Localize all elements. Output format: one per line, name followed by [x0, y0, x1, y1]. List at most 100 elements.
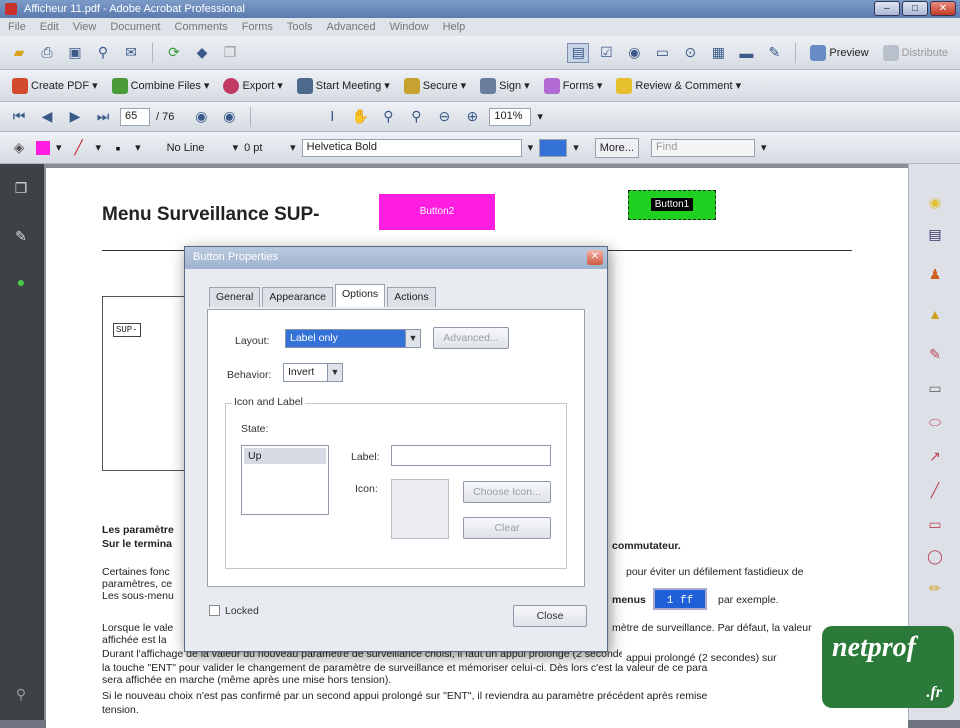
signature-tool-icon[interactable]: ✎ — [763, 43, 785, 63]
save-icon[interactable]: ▣ — [64, 43, 86, 63]
eraser-icon[interactable]: ✎ — [924, 344, 946, 364]
zoom-input[interactable]: 101% — [489, 107, 532, 126]
attach-icon[interactable]: ⚲ — [92, 43, 114, 63]
more-button[interactable]: More... — [594, 137, 639, 158]
font-size-input[interactable] — [539, 138, 568, 157]
line-icon[interactable]: ╱ — [924, 480, 946, 500]
choose-icon-button[interactable]: Choose Icon... — [463, 481, 551, 503]
last-page-icon[interactable]: ⏭ — [92, 107, 114, 127]
state-listbox[interactable]: Up — [241, 445, 329, 515]
text-color-icon[interactable]: ▪ — [107, 138, 129, 158]
maximize-button[interactable]: □ — [902, 1, 928, 16]
attachment-clip-icon[interactable]: ⚲ — [10, 684, 32, 704]
sticky-note-icon[interactable]: ◉ — [924, 192, 946, 212]
previous-page-icon[interactable]: ◀ — [36, 107, 58, 127]
link-icon[interactable]: ◆ — [191, 43, 213, 63]
minimize-button[interactable]: – — [874, 1, 900, 16]
fill-color-icon[interactable]: ◈ — [8, 138, 30, 158]
email-icon[interactable]: ✉ — [120, 43, 142, 63]
dropdown-icon[interactable]: ▾ — [233, 141, 239, 154]
line-style-select[interactable]: No Line — [167, 142, 227, 154]
select-object-icon[interactable]: ▤ — [567, 42, 590, 63]
menu-view[interactable]: View — [73, 21, 97, 33]
distribute-button[interactable]: Distribute — [879, 41, 952, 65]
start-meeting-button[interactable]: Start Meeting ▾ — [293, 74, 394, 98]
line-color-icon[interactable]: ╱ — [68, 138, 90, 158]
print-icon[interactable]: ⎙ — [36, 43, 58, 63]
checkbox-tool-icon[interactable]: ☑ — [595, 43, 617, 63]
tab-options[interactable]: Options — [335, 284, 386, 307]
fill-color-swatch[interactable] — [36, 140, 50, 155]
open-folder-icon[interactable]: ▰ — [8, 43, 30, 63]
font-select[interactable]: Helvetica Bold — [301, 138, 522, 157]
chevron-down-icon[interactable]: ▼ — [327, 364, 342, 381]
signatures-panel-icon[interactable]: ● — [10, 272, 32, 292]
first-page-icon[interactable]: ⏮ — [8, 107, 30, 127]
combine-files-button[interactable]: Combine Files ▾ — [108, 74, 214, 98]
create-pdf-button[interactable]: Create PDF ▾ — [8, 74, 102, 98]
button1-field[interactable]: Button1 — [628, 190, 716, 220]
text-field-tool-icon[interactable]: ▬ — [735, 43, 757, 63]
page-number-input[interactable]: 65 — [120, 107, 150, 126]
refresh-icon[interactable]: ⟳ — [163, 43, 185, 63]
clear-button[interactable]: Clear — [463, 517, 551, 539]
hand-icon[interactable]: ✋ — [349, 107, 371, 127]
stamp-icon[interactable]: ♟ — [924, 264, 946, 284]
menu-advanced[interactable]: Advanced — [327, 21, 376, 33]
pencil-icon[interactable]: ✏ — [924, 578, 946, 598]
next-view-icon[interactable]: ◉ — [218, 107, 240, 127]
menu-window[interactable]: Window — [389, 21, 428, 33]
combo-tool-icon[interactable]: ▭ — [651, 43, 673, 63]
label-input[interactable] — [391, 445, 551, 466]
review-comment-button[interactable]: Review & Comment ▾ — [612, 74, 745, 98]
find-input[interactable]: Find — [650, 138, 755, 157]
text-edit-icon[interactable]: ▤ — [924, 224, 946, 244]
secure-button[interactable]: Secure ▾ — [400, 74, 470, 98]
menu-help[interactable]: Help — [443, 21, 466, 33]
menu-edit[interactable]: Edit — [40, 21, 59, 33]
oval-icon[interactable]: ◯ — [924, 546, 946, 566]
advanced-button[interactable]: Advanced... — [433, 327, 509, 349]
locked-checkbox[interactable] — [209, 605, 220, 616]
tab-actions[interactable]: Actions — [387, 287, 436, 307]
button2-field[interactable]: Button2 — [379, 194, 495, 230]
zoom-dropdown-icon[interactable]: ▾ — [537, 110, 543, 123]
previous-view-icon[interactable]: ◉ — [190, 107, 212, 127]
font-size-dropdown-icon[interactable]: ▾ — [573, 141, 579, 154]
state-item-up[interactable]: Up — [244, 448, 326, 464]
chevron-down-icon[interactable]: ▼ — [405, 330, 420, 347]
dialog-close-icon[interactable]: ✕ — [587, 250, 603, 265]
menu-file[interactable]: File — [8, 21, 26, 33]
menu-tools[interactable]: Tools — [287, 21, 313, 33]
close-button[interactable]: Close — [513, 605, 587, 627]
tab-general[interactable]: General — [209, 287, 261, 307]
zoom-plus-icon[interactable]: ⊕ — [461, 107, 483, 127]
font-dropdown-icon[interactable]: ▾ — [528, 141, 534, 154]
menu-document[interactable]: Document — [110, 21, 160, 33]
radio-tool-icon[interactable]: ◉ — [623, 43, 645, 63]
attachments-panel-icon[interactable]: ✎ — [10, 226, 32, 246]
dropdown-icon[interactable]: ▾ — [290, 141, 296, 154]
zoom-in-icon[interactable]: ⚲ — [377, 107, 399, 127]
preview-button[interactable]: Preview — [806, 41, 872, 65]
next-page-icon[interactable]: ▶ — [64, 107, 86, 127]
textbox-icon[interactable]: ▭ — [924, 378, 946, 398]
list-tool-icon[interactable]: ▦ — [707, 43, 729, 63]
pages-panel-icon[interactable]: ❐ — [10, 178, 32, 198]
close-window-button[interactable]: ✕ — [930, 1, 956, 16]
menu-forms[interactable]: Forms — [242, 21, 273, 33]
tab-appearance[interactable]: Appearance — [262, 287, 333, 307]
rectangle-icon[interactable]: ▭ — [924, 514, 946, 534]
zoom-tool-icon[interactable]: ⚲ — [405, 107, 427, 127]
pages-icon[interactable]: ❐ — [219, 43, 241, 63]
warning-icon[interactable]: ▲ — [924, 304, 946, 324]
forms-button[interactable]: Forms ▾ — [540, 74, 607, 98]
line-width-select[interactable]: 0 pt — [244, 142, 284, 154]
behavior-select[interactable]: Invert ▼ — [283, 363, 343, 382]
find-dropdown-icon[interactable]: ▾ — [761, 141, 767, 154]
zoom-out-icon[interactable]: ⊖ — [433, 107, 455, 127]
sign-button[interactable]: Sign ▾ — [476, 74, 534, 98]
export-button[interactable]: Export ▾ — [219, 74, 286, 98]
cloud-icon[interactable]: ⬭ — [924, 412, 946, 432]
arrow-icon[interactable]: ↗ — [924, 446, 946, 466]
